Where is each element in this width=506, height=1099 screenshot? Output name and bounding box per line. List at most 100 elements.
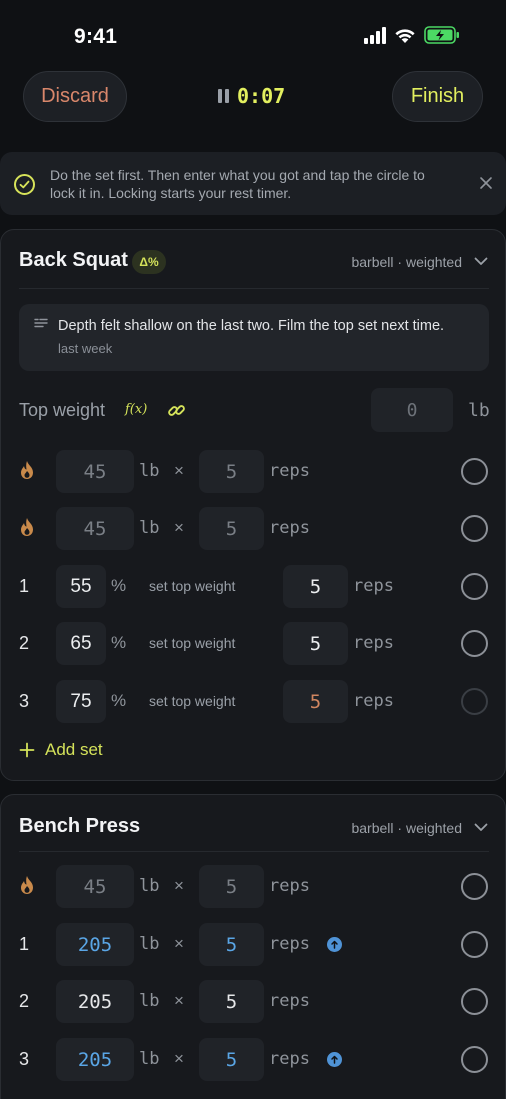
reps-input[interactable]: 5 [283,565,348,608]
exercise-name[interactable]: Bench Press [19,815,140,838]
set-top-weight-hint[interactable]: set top weight [149,635,235,651]
reps-label: reps [269,1049,310,1069]
set-number: 3 [19,1049,30,1069]
warmup-set-row: 45 lb × 5 reps [1,864,506,909]
flame-icon [21,518,33,536]
progression-up-icon[interactable] [327,937,342,952]
set-number: 2 [19,633,30,653]
link-icon[interactable] [167,401,186,420]
flame-icon [21,876,33,894]
exercise-name[interactable]: Back Squat [19,249,128,272]
hint-banner: Do the set first. Then enter what you go… [0,152,506,215]
weight-input[interactable]: 205 [56,980,134,1023]
times-sign: × [174,518,184,537]
reps-input[interactable]: 5 [283,622,348,665]
top-weight-input[interactable]: 0 [371,388,453,432]
weight-input[interactable]: 205 [56,1038,134,1081]
weight-input[interactable]: 205 [56,923,134,966]
percent-unit: % [111,576,127,595]
percent-unit: % [111,633,127,652]
close-icon[interactable] [479,176,493,190]
set-number: 1 [19,576,30,596]
complete-set-button[interactable] [461,1046,488,1073]
set-row: 3 205 lb × 5 reps [1,1037,506,1082]
reps-label: reps [353,633,394,653]
complete-set-button[interactable] [461,515,488,542]
exercise-meta[interactable]: barbell · weighted [351,820,462,836]
set-number: 3 [19,691,30,711]
set-row: 3 75 % set top weight 5 reps [1,679,506,724]
complete-set-button[interactable] [461,688,488,715]
weight-unit: lb [139,1049,160,1069]
chevron-down-icon[interactable] [474,823,488,832]
times-sign: × [174,1049,184,1068]
add-set-button[interactable]: Add set [19,740,103,760]
weight-input[interactable]: 45 [56,450,134,493]
timer-value: 0:07 [237,84,286,108]
exercise-note[interactable]: Depth felt shallow on the last two. Film… [19,304,489,371]
set-top-weight-hint[interactable]: set top weight [149,578,235,594]
pause-icon [218,89,229,103]
reps-label: reps [353,576,394,596]
battery-charging-icon [424,26,459,44]
complete-set-button[interactable] [461,988,488,1015]
reps-label: reps [269,991,310,1011]
exercise-meta[interactable]: barbell · weighted [351,254,462,270]
top-weight-label: Top weight [19,400,106,420]
status-bar: 9:41 [0,0,506,60]
divider [19,288,489,289]
reps-input[interactable]: 5 [199,980,264,1023]
complete-set-button[interactable] [461,630,488,657]
check-circle-icon [14,174,35,195]
set-row: 1 205 lb × 5 reps [1,922,506,967]
weight-unit: lb [139,991,160,1011]
warmup-set-row: 45 lb × 5 reps [1,449,506,494]
chevron-down-icon[interactable] [474,257,488,266]
set-row: 2 65 % set top weight 5 reps [1,621,506,666]
reps-input[interactable]: 5 [199,507,264,550]
discard-button[interactable]: Discard [23,71,127,122]
times-sign: × [174,876,184,895]
set-number: 2 [19,991,30,1011]
set-number: 1 [19,934,30,954]
weight-input[interactable]: 45 [56,865,134,908]
cellular-signal-icon [364,26,386,44]
complete-set-button[interactable] [461,573,488,600]
wifi-icon [395,28,415,43]
reps-label: reps [269,461,310,481]
weight-unit: lb [139,518,160,538]
finish-button[interactable]: Finish [392,71,483,122]
percent-input[interactable]: 55 [56,565,106,608]
reps-input[interactable]: 5 [199,1038,264,1081]
set-row: 2 205 lb × 5 reps [1,979,506,1024]
percent-input[interactable]: 75 [56,680,106,723]
times-sign: × [174,991,184,1010]
hint-text: Do the set first. Then enter what you go… [50,167,425,201]
reps-input[interactable]: 5 [199,450,264,493]
status-time: 9:41 [74,25,118,48]
warmup-set-row: 45 lb × 5 reps [1,506,506,551]
flame-icon [21,461,33,479]
times-sign: × [174,934,184,953]
weight-unit: lb [139,461,160,481]
note-timestamp: last week [58,341,113,356]
set-top-weight-hint[interactable]: set top weight [149,693,235,709]
exercise-card-bench-press: Bench Press barbell · weighted 45 lb × 5… [0,794,506,1099]
reps-label: reps [269,876,310,896]
workout-timer[interactable]: 0:07 [218,84,285,108]
note-icon [34,318,48,328]
reps-input[interactable]: 5 [199,923,264,966]
complete-set-button[interactable] [461,873,488,900]
percent-mode-badge[interactable]: Δ% [132,250,166,274]
weight-input[interactable]: 45 [56,507,134,550]
weight-unit: lb [139,876,160,896]
reps-input[interactable]: 5 [283,680,348,723]
reps-input[interactable]: 5 [199,865,264,908]
complete-set-button[interactable] [461,458,488,485]
complete-set-button[interactable] [461,931,488,958]
progression-up-icon[interactable] [327,1052,342,1067]
reps-label: reps [269,934,310,954]
percent-input[interactable]: 65 [56,622,106,665]
add-set-label: Add set [45,740,103,759]
formula-icon[interactable]: f(x) [125,402,147,417]
